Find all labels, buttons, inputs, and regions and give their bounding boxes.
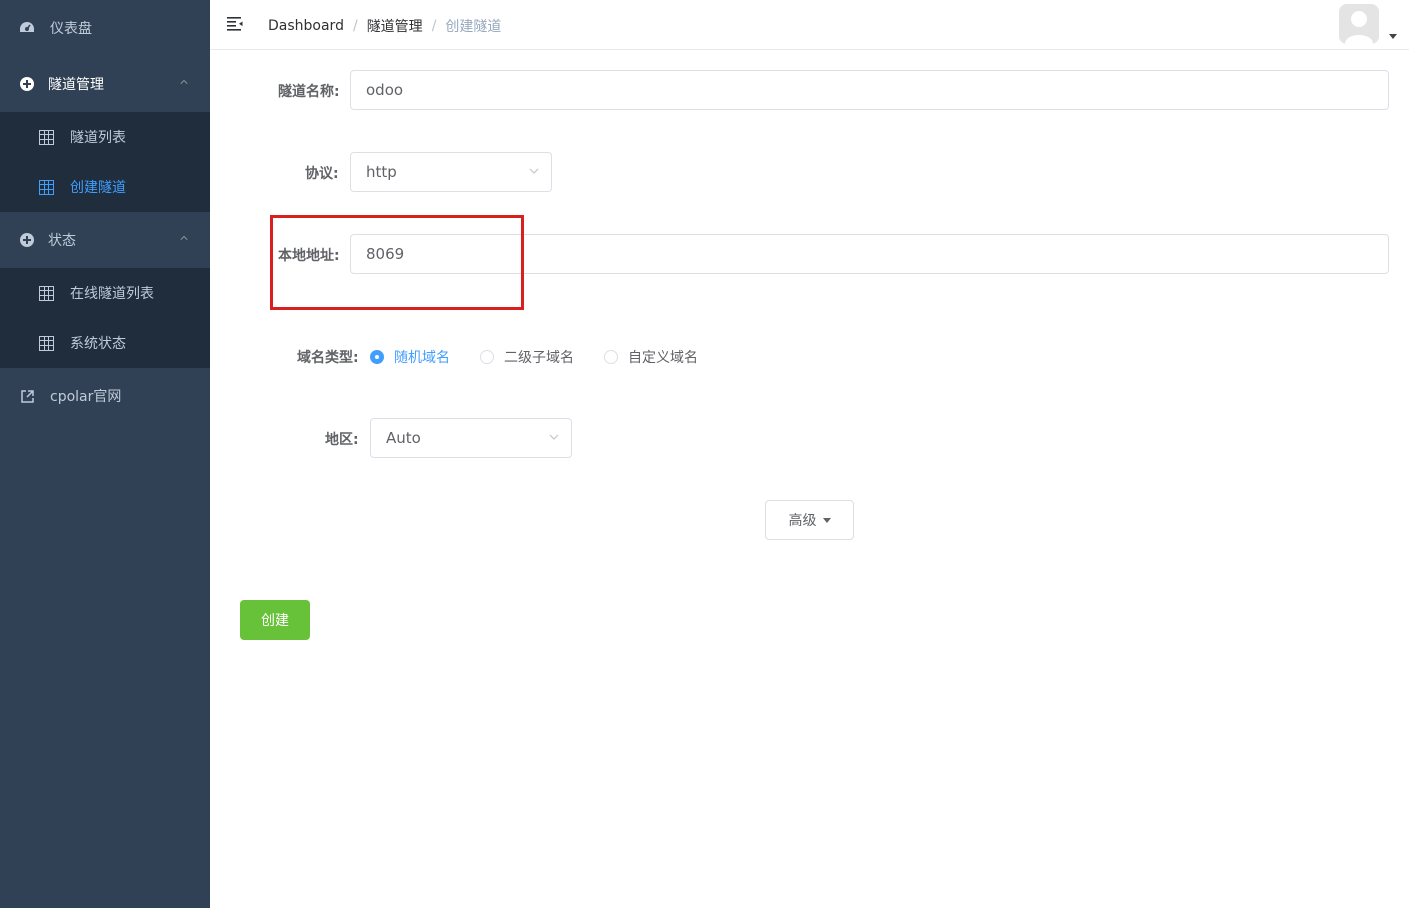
- region-label: 地区:: [325, 432, 359, 448]
- table-icon: [39, 285, 54, 301]
- table-icon: [39, 179, 54, 195]
- sidebar-item-tunnel-list[interactable]: 隧道列表: [0, 112, 210, 162]
- region-select[interactable]: Auto: [370, 418, 572, 458]
- chevron-down-icon: [529, 168, 539, 174]
- sidebar-item-system-status[interactable]: 系统状态: [0, 318, 210, 368]
- sidebar-item-dashboard[interactable]: 仪表盘: [0, 0, 210, 56]
- table-icon: [39, 335, 54, 351]
- sidebar-item-label: 创建隧道: [70, 180, 126, 196]
- sidebar-item-label: 隧道管理: [48, 77, 104, 93]
- caret-down-icon: [822, 517, 831, 523]
- submenu-tunnel: 隧道列表 创建隧道: [0, 112, 210, 212]
- tunnel-name-input[interactable]: odoo: [350, 70, 1389, 110]
- tunnel-name-label: 隧道名称:: [278, 84, 340, 100]
- breadcrumb-separator: /: [352, 18, 358, 34]
- region-value: Auto: [386, 429, 421, 447]
- radio-dot: [604, 350, 618, 364]
- sidebar-item-label: 隧道列表: [70, 130, 126, 146]
- advanced-label: 高级: [788, 513, 817, 529]
- sidebar-item-label: 状态: [48, 233, 76, 249]
- external-link-icon: [19, 388, 35, 404]
- breadcrumb: Dashboard / 隧道管理 / 创建隧道: [268, 16, 501, 36]
- navbar: Dashboard / 隧道管理 / 创建隧道: [210, 0, 1409, 50]
- radio-label: 随机域名: [394, 350, 450, 366]
- sidebar-item-tunnel-management[interactable]: 隧道管理: [0, 56, 210, 112]
- breadcrumb-separator: /: [431, 18, 437, 34]
- sidebar: 仪表盘 隧道管理 隧道列表 创建隧道 状态 在线隧道列表 系统状态 cpolar…: [0, 0, 210, 908]
- radio-subdomain[interactable]: 二级子域名: [480, 347, 574, 367]
- radio-label: 自定义域名: [628, 350, 698, 366]
- advanced-button[interactable]: 高级: [765, 500, 854, 540]
- chevron-down-icon: [549, 434, 559, 440]
- sidebar-item-status[interactable]: 状态: [0, 212, 210, 268]
- create-button[interactable]: 创建: [240, 600, 310, 640]
- breadcrumb-current: 创建隧道: [445, 19, 502, 35]
- plus-circle-icon: [19, 76, 35, 92]
- radio-custom-domain[interactable]: 自定义域名: [604, 347, 698, 367]
- sidebar-item-label: cpolar官网: [50, 389, 122, 405]
- sidebar-item-create-tunnel[interactable]: 创建隧道: [0, 162, 210, 212]
- radio-dot: [370, 350, 384, 364]
- dashboard-icon: [19, 20, 35, 36]
- radio-dot: [480, 350, 494, 364]
- protocol-select[interactable]: http: [350, 152, 552, 192]
- avatar[interactable]: [1339, 4, 1379, 44]
- sidebar-item-label: 在线隧道列表: [70, 286, 154, 302]
- sidebar-item-label: 仪表盘: [50, 21, 92, 37]
- local-address-input[interactable]: 8069: [350, 234, 1389, 274]
- breadcrumb-tunnel-management[interactable]: 隧道管理: [367, 16, 423, 36]
- sidebar-item-label: 系统状态: [70, 336, 126, 352]
- domain-type-label: 域名类型:: [297, 350, 359, 366]
- plus-circle-icon: [19, 232, 35, 248]
- radio-label: 二级子域名: [504, 350, 574, 366]
- chevron-up-icon: [180, 235, 188, 240]
- local-address-label: 本地地址:: [278, 248, 340, 264]
- radio-random-domain[interactable]: 随机域名: [370, 347, 450, 367]
- table-icon: [39, 129, 54, 145]
- breadcrumb-dashboard[interactable]: Dashboard: [268, 18, 344, 34]
- protocol-value: http: [366, 163, 397, 181]
- chevron-up-icon: [180, 79, 188, 84]
- hamburger-icon[interactable]: [227, 17, 243, 31]
- protocol-label: 协议:: [305, 166, 339, 182]
- user-icon: [1339, 4, 1379, 44]
- sidebar-item-online-tunnels[interactable]: 在线隧道列表: [0, 268, 210, 318]
- caret-down-icon[interactable]: [1389, 34, 1397, 39]
- sidebar-item-cpolar-site[interactable]: cpolar官网: [0, 368, 210, 424]
- submenu-status: 在线隧道列表 系统状态: [0, 268, 210, 368]
